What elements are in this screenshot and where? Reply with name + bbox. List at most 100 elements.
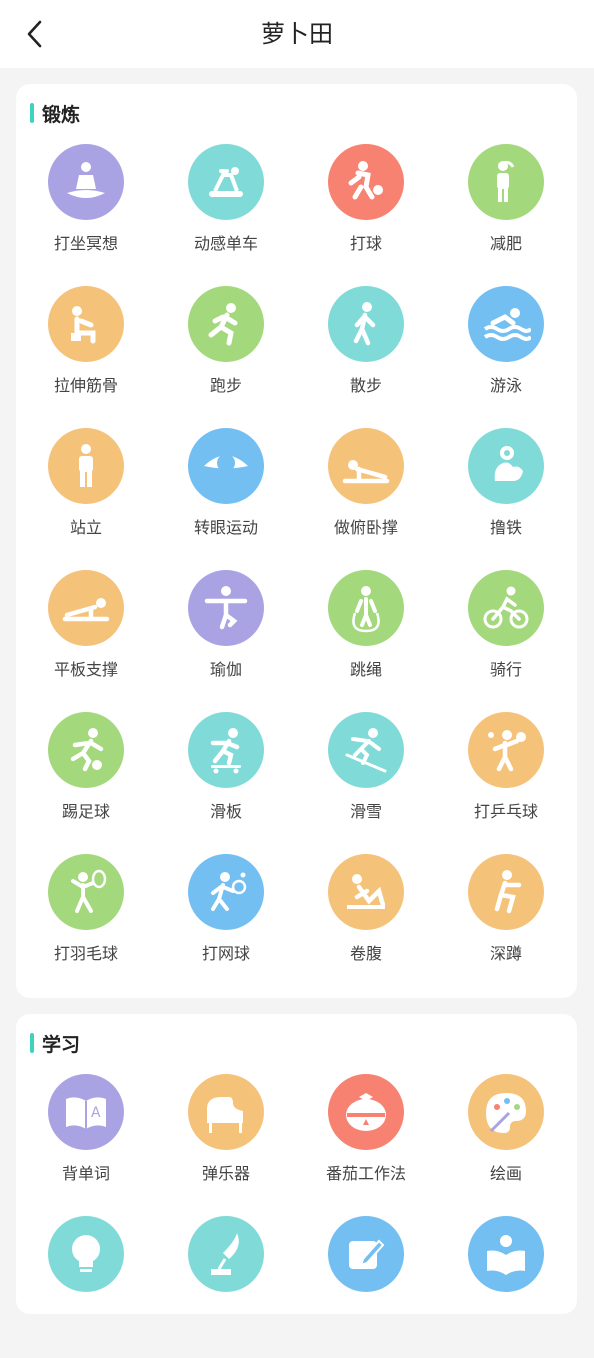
activity-item[interactable]: 打乒乓球 <box>436 712 576 854</box>
activity-item[interactable]: 平板支撑 <box>16 570 156 712</box>
activity-label: 深蹲 <box>489 944 522 963</box>
activity-icon-circle <box>48 286 124 362</box>
spin-bike-icon <box>209 167 243 197</box>
activity-label: 踢足球 <box>61 802 110 821</box>
activity-icon-circle <box>468 144 544 220</box>
activity-label: 减肥 <box>489 234 522 253</box>
activity-label: 跳绳 <box>349 660 382 679</box>
activity-item[interactable]: 拉伸筋骨 <box>16 286 156 428</box>
activity-item[interactable]: 卷腹 <box>296 854 436 996</box>
activity-icon-circle <box>468 428 544 504</box>
activity-label: 游泳 <box>489 376 522 395</box>
exercise-section: 锻炼 打坐冥想 动感单车 打球 减肥拉伸筋骨 跑步 散步 游泳站立 转眼运动 做俯卧撑 撸铁平板支… <box>16 84 577 998</box>
activity-icon-circle <box>188 1074 264 1150</box>
activity-item[interactable]: 转眼运动 <box>156 428 296 570</box>
activity-label: 平板支撑 <box>53 660 118 679</box>
activity-item[interactable]: 打网球 <box>156 854 296 996</box>
activity-label: 滑板 <box>209 802 242 821</box>
activity-icon-circle <box>48 854 124 930</box>
activity-item[interactable]: 跳绳 <box>296 570 436 712</box>
activity-icon-circle <box>468 570 544 646</box>
squat-icon <box>494 870 522 914</box>
activity-item[interactable]: 撸铁 <box>436 428 576 570</box>
section-accent-bar <box>30 1033 34 1053</box>
activity-label: 散步 <box>349 376 382 395</box>
activity-icon-circle <box>48 1216 124 1292</box>
activity-item[interactable]: 绘画 <box>436 1074 576 1216</box>
activity-item[interactable]: 踢足球 <box>16 712 156 854</box>
page-title: 萝卜田 <box>261 20 333 48</box>
activity-item[interactable]: A 背单词 <box>16 1074 156 1216</box>
activity-item[interactable]: 做俯卧撑 <box>296 428 436 570</box>
activity-item[interactable]: 打球 <box>296 144 436 286</box>
activity-label: 打坐冥想 <box>53 234 118 253</box>
skiing-icon <box>345 728 387 773</box>
activity-icon-circle: A <box>48 1074 124 1150</box>
slim-person-icon <box>497 160 515 202</box>
activity-icon-circle <box>188 712 264 788</box>
activity-item[interactable]: 站立 <box>16 428 156 570</box>
activity-icon-circle <box>328 570 404 646</box>
activity-label: 背单词 <box>61 1164 110 1183</box>
situp-icon <box>347 874 386 909</box>
book-letter-icon: A <box>66 1097 106 1129</box>
activity-icon-circle <box>188 570 264 646</box>
activity-label: 转眼运动 <box>193 518 258 537</box>
activity-label: 打网球 <box>201 944 250 963</box>
section-accent-bar <box>30 103 34 123</box>
activity-label: 打乒乓球 <box>473 802 538 821</box>
activity-grid: 打坐冥想 动感单车 打球 减肥拉伸筋骨 跑步 散步 游泳站立 转眼运动 做俯卧撑 撸铁平板支撑 瑜伽… <box>16 144 577 996</box>
activity-label: 打球 <box>349 234 382 253</box>
section-header: 锻炼 <box>30 102 80 126</box>
activity-label: 拉伸筋骨 <box>53 376 118 395</box>
stretch-icon <box>71 306 96 344</box>
activity-icon-circle <box>188 428 264 504</box>
activity-item[interactable]: 打坐冥想 <box>16 144 156 286</box>
activity-item[interactable]: 散步 <box>296 286 436 428</box>
swimming-icon <box>483 308 531 341</box>
activity-icon-circle <box>328 144 404 220</box>
activity-label: 动感单车 <box>193 234 258 253</box>
activity-label: 番茄工作法 <box>325 1164 406 1183</box>
quill-pen-icon <box>211 1233 239 1275</box>
activity-label: 弹乐器 <box>201 1164 250 1183</box>
activity-icon-circle <box>48 712 124 788</box>
standing-icon <box>79 444 93 487</box>
activity-item[interactable]: 跑步 <box>156 286 296 428</box>
activity-label: 瑜伽 <box>209 660 242 679</box>
activity-item[interactable] <box>16 1216 156 1358</box>
activity-icon-circle <box>468 712 544 788</box>
activity-item[interactable]: 游泳 <box>436 286 576 428</box>
activity-icon-circle <box>468 1216 544 1292</box>
activity-label: 绘画 <box>489 1164 522 1183</box>
activity-item[interactable] <box>436 1216 576 1358</box>
activity-item[interactable]: 滑板 <box>156 712 296 854</box>
activity-label: 骑行 <box>489 660 522 679</box>
activity-item[interactable]: 番茄工作法 <box>296 1074 436 1216</box>
study-section: 学习 A 背单词 弹乐器 番茄工作法 绘画 <box>16 1014 577 1314</box>
activity-item[interactable] <box>156 1216 296 1358</box>
activity-item[interactable]: 滑雪 <box>296 712 436 854</box>
meditation-icon <box>67 162 105 198</box>
pushup-icon <box>342 460 390 484</box>
activity-item[interactable]: 动感单车 <box>156 144 296 286</box>
activity-item[interactable]: 深蹲 <box>436 854 576 996</box>
activity-item[interactable]: 打羽毛球 <box>16 854 156 996</box>
yoga-icon <box>204 586 248 630</box>
running-icon <box>208 303 238 346</box>
activity-icon-circle <box>468 286 544 362</box>
skateboard-icon <box>210 728 241 774</box>
section-title: 学习 <box>42 1033 81 1056</box>
activity-item[interactable]: 减肥 <box>436 144 576 286</box>
activity-item[interactable]: 骑行 <box>436 570 576 712</box>
activity-label: 做俯卧撑 <box>333 518 398 537</box>
basketball-player-icon <box>348 161 383 200</box>
activity-item[interactable] <box>296 1216 436 1358</box>
activity-icon-circle <box>48 428 124 504</box>
activity-item[interactable]: 瑜伽 <box>156 570 296 712</box>
cycling-icon <box>483 586 529 629</box>
piano-icon <box>207 1097 243 1133</box>
activity-icon-circle <box>328 428 404 504</box>
activity-icon-circle <box>328 1074 404 1150</box>
activity-item[interactable]: 弹乐器 <box>156 1074 296 1216</box>
